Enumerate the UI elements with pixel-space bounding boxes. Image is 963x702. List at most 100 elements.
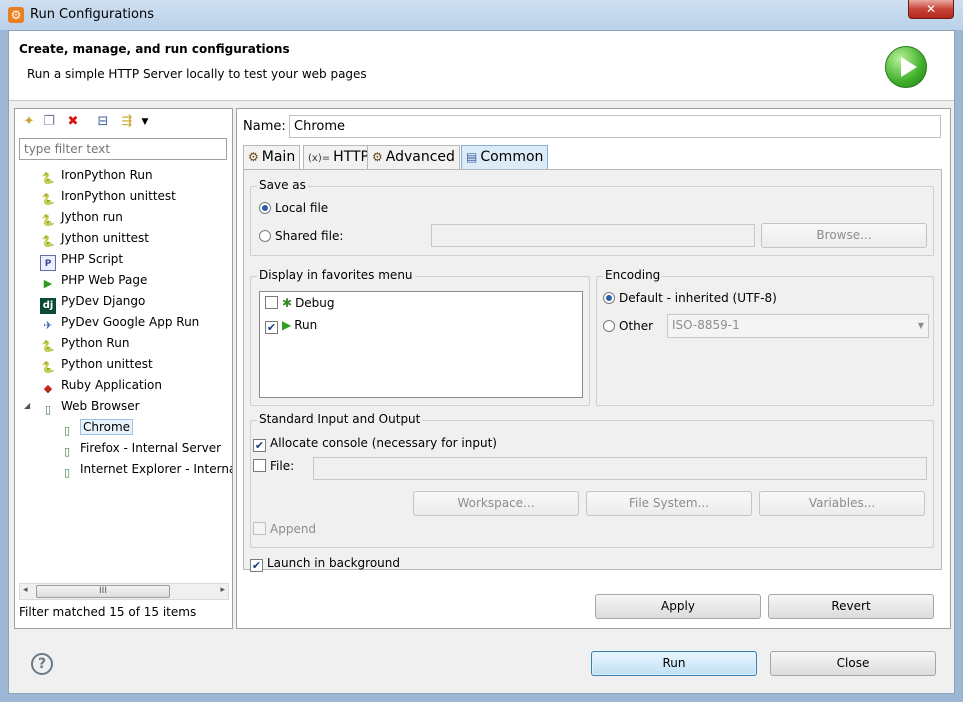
header-banner: Create, manage, and run configurations R… xyxy=(9,31,954,101)
shared-file-radio[interactable] xyxy=(259,230,271,242)
tree-item[interactable]: ▯ Firefox - Internal Server xyxy=(59,438,221,458)
file-system-button[interactable]: File System... xyxy=(586,491,752,516)
name-input[interactable] xyxy=(289,115,941,138)
tree-item[interactable]: ✈ PyDev Google App Run xyxy=(40,312,199,332)
encoding-select[interactable]: ISO-8859-1 ▼ xyxy=(667,314,929,338)
shared-file-field[interactable] xyxy=(431,224,755,247)
close-button[interactable]: Close xyxy=(770,651,936,676)
tab-label: Advanced xyxy=(385,149,455,165)
tree-item[interactable]: 🐍 Python Run xyxy=(40,333,129,353)
other-encoding-option[interactable]: Other xyxy=(603,319,653,333)
tree-item-label: Python unittest xyxy=(61,357,153,371)
banner-title: Create, manage, and run configurations xyxy=(19,42,290,56)
tree-item[interactable]: ◆ Ruby Application xyxy=(40,375,162,395)
favorites-title: Display in favorites menu xyxy=(257,268,415,282)
tree-item[interactable]: 🐍 Python unittest xyxy=(40,354,153,374)
tab-http[interactable]: (x)= HTTP xyxy=(303,145,374,169)
output-file-option[interactable]: File: xyxy=(253,459,294,473)
workspace-button[interactable]: Workspace... xyxy=(413,491,579,516)
common-tab-icon: ▤ xyxy=(466,150,478,164)
favorites-list: ✱ Debug ✔ ▶ Run xyxy=(259,291,583,398)
tree-item[interactable]: 🐍 IronPython Run xyxy=(40,165,152,185)
jython-icon: 🐍 xyxy=(41,214,55,227)
favorite-debug-checkbox[interactable] xyxy=(265,296,278,309)
tree-item-label: PyDev Google App Run xyxy=(61,315,200,329)
output-file-field[interactable] xyxy=(313,457,927,480)
favorite-run-item[interactable]: ✔ ▶ Run xyxy=(265,318,317,334)
run-button[interactable]: Run xyxy=(591,651,757,676)
php-web-page-icon: ▶ xyxy=(43,277,53,290)
python-icon: 🐍 xyxy=(41,340,55,353)
standard-io-title: Standard Input and Output xyxy=(257,412,423,426)
ruby-icon: ◆ xyxy=(43,382,53,395)
launch-background-label: Launch in background xyxy=(267,556,400,570)
shared-file-option[interactable]: Shared file: xyxy=(259,229,343,243)
configuration-editor-panel: Name: ⚙Main(x)=HTTP⚙Advanced▤Common Save… xyxy=(236,108,951,629)
debug-bug-icon: ✱ xyxy=(282,296,293,310)
tree-item[interactable]: 🐍 IronPython unittest xyxy=(40,186,176,206)
advanced-tab-icon: ⚙ xyxy=(372,150,383,164)
help-icon[interactable]: ? xyxy=(31,653,53,675)
local-file-option[interactable]: Local file xyxy=(259,201,328,215)
tree-item[interactable]: ▶ PHP Web Page xyxy=(40,270,148,290)
default-encoding-radio[interactable] xyxy=(603,292,615,304)
scroll-left-icon[interactable]: ◂ xyxy=(23,585,28,595)
tree-item-label: PyDev Django xyxy=(61,294,146,308)
favorites-group: Display in favorites menu ✱ Debug ✔ ▶ Run xyxy=(250,268,590,406)
tree-item[interactable]: ◢ ▯ Web Browser xyxy=(24,396,140,416)
scrollbar-thumb[interactable]: III xyxy=(36,585,170,598)
favorite-debug-item[interactable]: ✱ Debug xyxy=(265,296,335,310)
tab-label: Main xyxy=(261,149,296,165)
filter-status: Filter matched 15 of 15 items xyxy=(19,605,197,619)
common-tab-content: Save as Local file Shared file: Browse..… xyxy=(243,169,942,572)
google-app-icon: ✈ xyxy=(43,319,53,332)
allocate-console-option[interactable]: ✔ Allocate console (necessary for input) xyxy=(253,436,497,452)
tab-label: Common xyxy=(480,149,544,165)
tree-item[interactable]: 🐍 Jython run xyxy=(40,207,123,227)
output-file-checkbox[interactable] xyxy=(253,459,266,472)
append-label: Append xyxy=(270,522,317,536)
allocate-console-label: Allocate console (necessary for input) xyxy=(270,436,497,450)
default-encoding-option[interactable]: Default - inherited (UTF-8) xyxy=(603,291,777,305)
launch-background-checkbox[interactable]: ✔ xyxy=(250,559,263,572)
browse-button[interactable]: Browse... xyxy=(761,223,927,248)
tab-common[interactable]: ▤ Common xyxy=(461,145,549,169)
tree-item[interactable]: ▯ Internet Explorer - Internal Server xyxy=(59,459,232,479)
tree-item-label: IronPython unittest xyxy=(61,189,176,203)
http-tab-icon: (x)= xyxy=(308,153,331,164)
title-bar: ⚙ Run Configurations ✕ xyxy=(0,0,963,30)
tree-item[interactable]: ▯ Chrome xyxy=(59,417,134,437)
tree-item[interactable]: P PHP Script xyxy=(40,249,123,271)
tree-item-label: Firefox - Internal Server xyxy=(80,441,222,455)
name-label: Name: xyxy=(243,119,286,134)
launch-background-option[interactable]: ✔ Launch in background xyxy=(250,556,400,572)
scroll-right-icon[interactable]: ▸ xyxy=(220,585,225,595)
tree-item[interactable]: dj PyDev Django xyxy=(40,291,146,314)
output-file-label: File: xyxy=(270,459,295,473)
chevron-down-icon[interactable]: ▼ xyxy=(918,321,924,330)
variables-button[interactable]: Variables... xyxy=(759,491,925,516)
revert-button[interactable]: Revert xyxy=(768,594,934,619)
tree-item-label: Internet Explorer - Internal Server xyxy=(80,462,232,476)
apply-button[interactable]: Apply xyxy=(595,594,761,619)
append-option[interactable]: Append xyxy=(253,522,316,536)
tree-item-label: Jython unittest xyxy=(61,231,150,245)
web-browser-icon: ▯ xyxy=(44,403,52,416)
php-script-icon: P xyxy=(40,255,56,271)
tab-advanced[interactable]: ⚙ Advanced xyxy=(367,145,460,169)
favorite-run-label: Run xyxy=(294,318,318,332)
allocate-console-checkbox[interactable]: ✔ xyxy=(253,439,266,452)
main-tab-icon: ⚙ xyxy=(248,150,259,164)
append-checkbox[interactable] xyxy=(253,522,266,535)
browser-config-icon: ▯ xyxy=(63,466,71,479)
tree-item[interactable]: 🐍 Jython unittest xyxy=(40,228,149,248)
favorite-run-checkbox[interactable]: ✔ xyxy=(265,321,278,334)
window-close-button[interactable]: ✕ xyxy=(908,0,954,19)
other-encoding-radio[interactable] xyxy=(603,320,615,332)
tab-main[interactable]: ⚙ Main xyxy=(243,145,301,169)
encoding-title: Encoding xyxy=(603,268,663,282)
local-file-radio[interactable] xyxy=(259,202,271,214)
tree-item-label: Ruby Application xyxy=(61,378,162,392)
horizontal-scrollbar[interactable]: ◂ III ▸ xyxy=(19,583,229,600)
expand-arrow-icon[interactable]: ◢ xyxy=(24,396,30,416)
